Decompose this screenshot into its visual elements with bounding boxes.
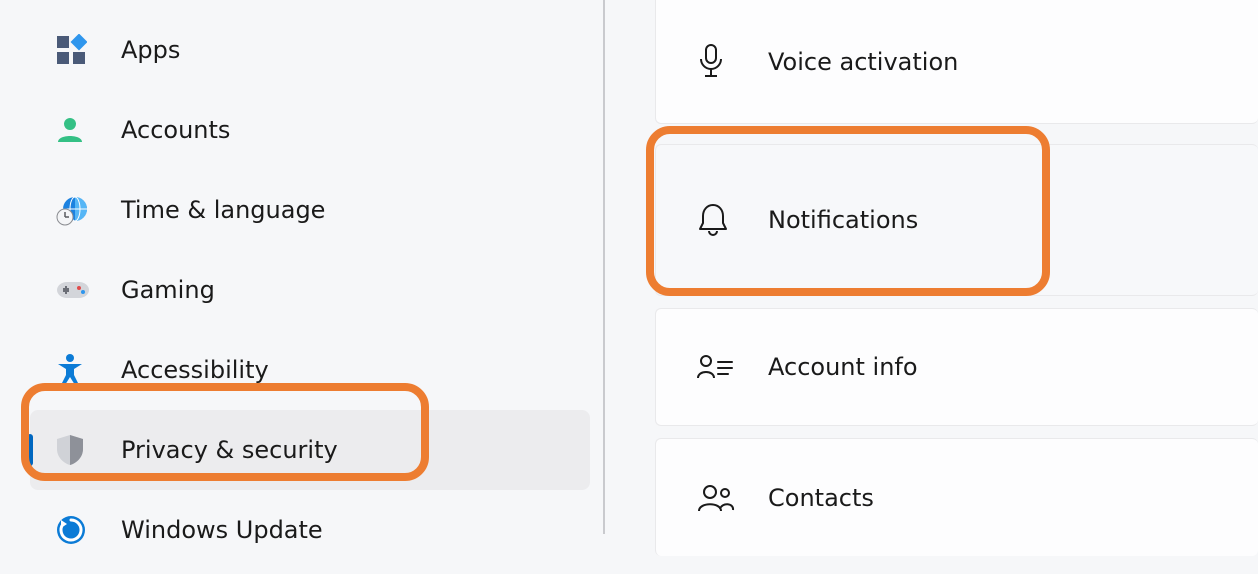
setting-card-account-info[interactable]: Account info: [655, 308, 1258, 426]
sidebar-item-label: Privacy & security: [101, 436, 338, 464]
sidebar-nav: Apps Accounts: [0, 0, 605, 574]
sidebar-inner: Apps Accounts: [35, 0, 605, 570]
setting-card-notifications[interactable]: Notifications: [655, 144, 1258, 296]
main-panel: Voice activation Notifications: [605, 0, 1258, 574]
sidebar-item-label: Apps: [101, 36, 180, 64]
sidebar-item-label: Gaming: [101, 276, 215, 304]
accessibility-icon: [55, 353, 101, 387]
account-info-icon: [696, 352, 756, 382]
microphone-icon: [696, 43, 756, 81]
sidebar-item-accessibility[interactable]: Accessibility: [35, 330, 605, 410]
setting-card-label: Notifications: [756, 206, 918, 234]
setting-card-contacts[interactable]: Contacts: [655, 438, 1258, 556]
sidebar-item-privacy-security[interactable]: Privacy & security: [30, 410, 590, 490]
sidebar-item-windows-update[interactable]: Windows Update: [35, 490, 605, 570]
sidebar-item-time-language[interactable]: Time & language: [35, 170, 605, 250]
contacts-icon: [696, 482, 756, 514]
setting-card-label: Contacts: [756, 484, 874, 512]
sidebar-item-label: Accessibility: [101, 356, 269, 384]
accounts-icon: [55, 115, 101, 145]
sidebar-item-gaming[interactable]: Gaming: [35, 250, 605, 330]
setting-card-label: Account info: [756, 353, 918, 381]
shield-icon: [55, 433, 101, 467]
sidebar-item-label: Accounts: [101, 116, 230, 144]
settings-window: Apps Accounts: [0, 0, 1258, 574]
sidebar-item-apps[interactable]: Apps: [35, 10, 605, 90]
bell-icon: [696, 201, 756, 239]
gaming-icon: [55, 278, 101, 302]
sidebar-item-label: Windows Update: [101, 516, 323, 544]
apps-icon: [55, 34, 101, 66]
sidebar-item-accounts[interactable]: Accounts: [35, 90, 605, 170]
setting-card-voice-activation[interactable]: Voice activation: [655, 0, 1258, 124]
sidebar-item-label: Time & language: [101, 196, 325, 224]
setting-card-label: Voice activation: [756, 48, 958, 76]
selection-indicator: [27, 434, 33, 466]
update-icon: [55, 514, 101, 546]
time-language-icon: [55, 193, 101, 227]
